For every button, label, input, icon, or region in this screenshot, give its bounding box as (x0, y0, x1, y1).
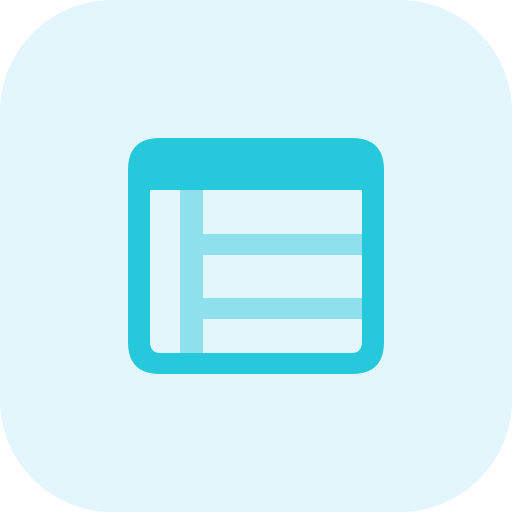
row-divider-1 (203, 234, 362, 255)
sidebar-column-stripe (180, 190, 203, 354)
window-frame (128, 138, 384, 374)
row-divider-2 (203, 298, 362, 319)
table-layout-icon (128, 138, 384, 374)
